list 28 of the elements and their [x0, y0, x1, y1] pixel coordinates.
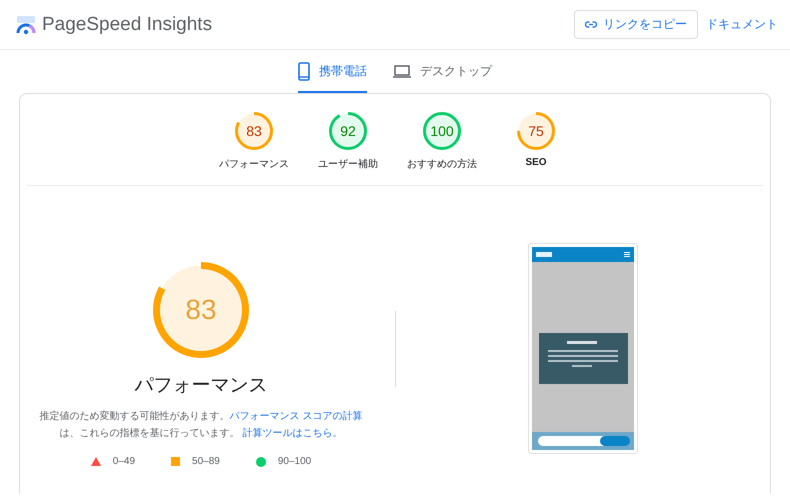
- logo-icon: [16, 14, 36, 34]
- score-value: 83: [245, 122, 263, 141]
- calculator-link[interactable]: 計算ツールはこちら。: [242, 428, 342, 439]
- score-value: 75: [527, 122, 545, 141]
- circle-icon: [256, 456, 266, 466]
- app-title: PageSpeed Insights: [42, 14, 212, 36]
- category-label[interactable]: おすすめの方法: [407, 157, 477, 171]
- laptop-icon: [393, 64, 411, 78]
- category-label[interactable]: SEO: [525, 157, 547, 168]
- documentation-link[interactable]: ドキュメント: [706, 16, 778, 33]
- score-value: 92: [339, 122, 357, 141]
- score-value: 100: [429, 122, 455, 141]
- score-range: 0–49: [112, 456, 136, 467]
- category-label[interactable]: パフォーマンス: [219, 157, 289, 171]
- device-tab[interactable]: デスクトップ: [393, 55, 492, 93]
- performance-title: パフォーマンス: [134, 374, 268, 398]
- score-range: 50–89: [192, 456, 220, 467]
- score-range: 90–100: [278, 456, 312, 467]
- link-icon: [585, 21, 597, 28]
- score-calculation-link[interactable]: パフォーマンス スコアの計算: [230, 411, 362, 422]
- score-value: 83: [184, 293, 218, 327]
- copy-link-button[interactable]: リンクをコピー: [574, 10, 698, 39]
- device-tab[interactable]: 携帯電話: [298, 55, 367, 93]
- triangle-icon: [90, 457, 101, 466]
- square-icon: [171, 457, 180, 466]
- score-description: 推定値のため変動する可能性があります。パフォーマンス スコアの計算 は、これらの指標を基に行っています。 計算ツールはこちら。: [38, 410, 364, 441]
- category-label[interactable]: ユーザー補助: [318, 157, 378, 171]
- phone-icon: [298, 62, 310, 80]
